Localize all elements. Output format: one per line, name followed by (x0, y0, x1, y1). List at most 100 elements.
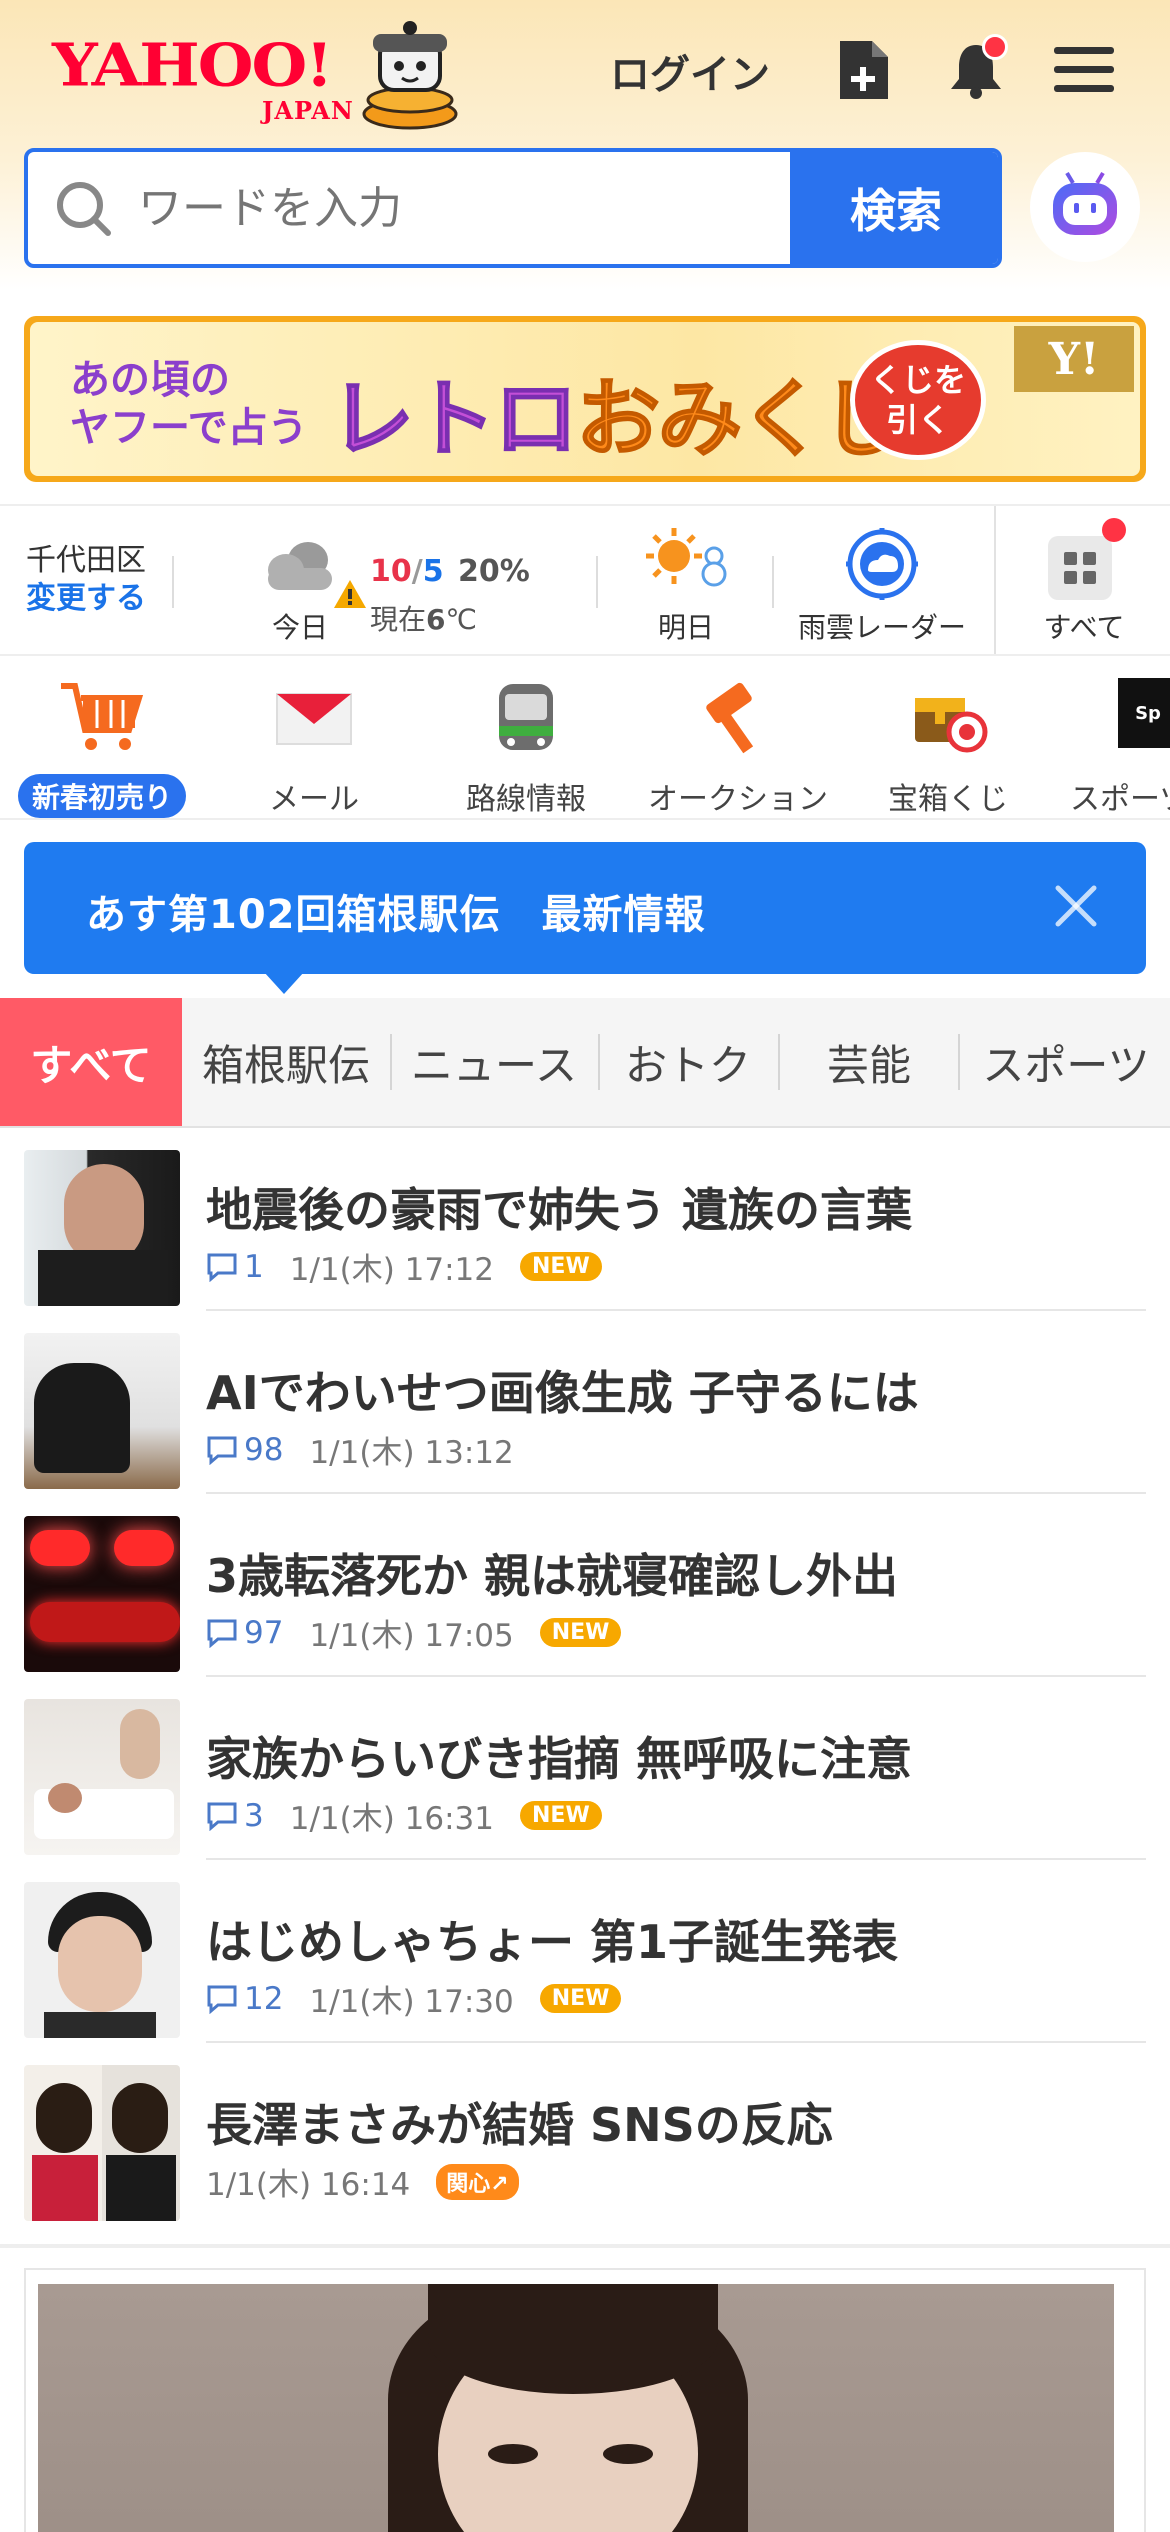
change-location-link[interactable]: 変更する (26, 580, 146, 618)
ai-assistant-button[interactable] (1030, 152, 1140, 262)
news-item[interactable]: はじめしゃちょー 第1子誕生発表 12 1/1(木) 17:30 NEW (0, 1860, 1170, 2043)
current-temp: 現在6℃ (370, 598, 477, 638)
divider (772, 556, 774, 608)
temperature: 10/5 20% (370, 554, 530, 589)
shortcut-label: メール (269, 782, 359, 817)
search-button[interactable]: 検索 (790, 152, 998, 264)
category-tabs: すべて 箱根駅伝 ニュース おトク 芸能 スポーツ (0, 998, 1170, 1128)
news-headline: 家族からいびき指摘 無呼吸に注意 (206, 1732, 913, 1786)
news-time: 1/1(木) 17:30 (309, 1984, 514, 2020)
news-item[interactable]: 地震後の豪雨で姉失う 遺族の言葉 1 1/1(木) 17:12 NEW (0, 1128, 1170, 1311)
tab-deals[interactable]: おトク (602, 998, 774, 1126)
banner-subtitle-line2: ヤフーで占う (70, 405, 308, 451)
yahoo-logo[interactable]: YAHOO! JAPAN (52, 28, 362, 125)
banner-title-a: レトロ (329, 369, 579, 469)
draw-lot-button[interactable]: くじを 引く (850, 340, 986, 460)
ai-assistant-icon (1053, 171, 1117, 235)
shortcut-auction[interactable]: オークション (638, 674, 838, 817)
shortcut-label: 新春初売り (17, 774, 187, 818)
news-thumbnail (24, 1333, 180, 1489)
news-thumbnail (24, 1516, 180, 1672)
location-block[interactable]: 千代田区 変更する (26, 542, 146, 618)
tab-hakone[interactable]: 箱根駅伝 (186, 998, 386, 1126)
news-thumbnail (24, 1699, 180, 1855)
temp-high: 10 (370, 554, 412, 589)
comment-number: 1 (244, 1248, 264, 1285)
shortcut-shopping[interactable]: 新春初売り (2, 674, 202, 818)
location-name: 千代田区 (26, 543, 146, 578)
news-item[interactable]: 長澤まさみが結婚 SNSの反応 1/1(木) 16:14 関心↗ (0, 2043, 1170, 2226)
header: YAHOO! JAPAN ログイン ワードを入力 検索 (0, 0, 1170, 290)
news-headline: AIでわいせつ画像生成 子守るには (206, 1366, 919, 1420)
comment-count: 1 (206, 1249, 264, 1285)
news-item[interactable]: 家族からいびき指摘 無呼吸に注意 3 1/1(木) 16:31 NEW (0, 1677, 1170, 1860)
tab-news[interactable]: ニュース (394, 998, 594, 1126)
news-time: 1/1(木) 13:12 (309, 1435, 514, 1471)
shortcut-label: スポーツ (1070, 782, 1170, 817)
hakone-notice[interactable]: あす第102回箱根駅伝 最新情報 (24, 842, 1146, 974)
now-temp: 6 (426, 603, 446, 636)
tomorrow-label: 明日 (657, 611, 714, 644)
today-label: 今日 (271, 611, 328, 644)
rain-radar[interactable]: 雨雲レーダー (786, 524, 978, 644)
shopping-cart-icon (61, 683, 144, 750)
banner-inner: あの頃の ヤフーで占う レトロおみくじ くじを 引く Y! (30, 322, 1140, 476)
sunny-snowman-icon (646, 528, 727, 587)
menu-icon[interactable] (1048, 34, 1120, 106)
search-input[interactable] (138, 152, 778, 264)
grid-icon (1048, 536, 1112, 600)
omikuji-banner[interactable]: あの頃の ヤフーで占う レトロおみくじ くじを 引く Y! (24, 316, 1146, 482)
notification-bell-icon[interactable] (940, 34, 1012, 106)
search-field[interactable] (28, 152, 790, 264)
news-time: 1/1(木) 17:05 (309, 1618, 514, 1654)
news-time: 1/1(木) 17:12 (289, 1252, 495, 1288)
new-badge: NEW (520, 1801, 602, 1830)
search-box: 検索 (24, 148, 1002, 268)
news-meta: 12 1/1(木) 17:30 NEW (206, 1976, 622, 2021)
treasure-chest-icon (915, 698, 988, 753)
banner-title: レトロおみくじ (329, 352, 907, 473)
tab-all[interactable]: すべて (0, 998, 182, 1126)
close-icon[interactable] (1046, 876, 1106, 936)
news-headline: 地震後の豪雨で姉失う 遺族の言葉 (206, 1183, 913, 1237)
shortcut-transit[interactable]: 路線情報 (426, 674, 626, 817)
now-prefix: 現在 (370, 603, 427, 636)
shortcut-mail[interactable]: メール (214, 674, 414, 817)
comment-number: 97 (244, 1614, 284, 1651)
comment-number: 12 (244, 1980, 284, 2017)
rain-chance: 20% (458, 554, 530, 589)
tab-sports[interactable]: スポーツ (962, 998, 1170, 1126)
comment-count: 97 (206, 1615, 283, 1651)
comment-icon (207, 1985, 237, 2014)
news-meta: 98 1/1(木) 13:12 (206, 1427, 514, 1472)
news-headline: 3歳転落死か 親は就寝確認し外出 (206, 1549, 899, 1603)
services-all[interactable]: すべて (994, 506, 1170, 654)
weather-row: 千代田区 変更する 今日 10/5 20% 現在6℃ 明日 雨雲レーダー すべて (0, 504, 1170, 656)
cta-line2: 引く (885, 401, 950, 439)
weather-tomorrow[interactable]: 明日 (616, 524, 756, 644)
news-thumbnail (24, 1150, 180, 1306)
mail-icon (276, 693, 352, 745)
search-icon (57, 182, 111, 236)
notice-text: あす第102回箱根駅伝 最新情報 (86, 892, 706, 938)
new-document-icon[interactable] (828, 34, 900, 106)
shortcut-label: 宝箱くじ (888, 782, 1008, 817)
train-icon (499, 684, 553, 750)
mascot-icon (362, 21, 458, 130)
new-badge: NEW (539, 1984, 622, 2013)
featured-card[interactable] (24, 2268, 1146, 2532)
news-headline: はじめしゃちょー 第1子誕生発表 (206, 1915, 899, 1969)
comment-icon (207, 1253, 237, 1282)
services-badge (1102, 518, 1126, 542)
shortcut-sports[interactable]: Sp スポーツ (1058, 674, 1170, 817)
comment-icon (207, 1436, 237, 1465)
tab-entertainment[interactable]: 芸能 (782, 998, 956, 1126)
login-link[interactable]: ログイン (610, 42, 770, 100)
news-item[interactable]: AIでわいせつ画像生成 子守るには 98 1/1(木) 13:12 (0, 1311, 1170, 1494)
temp-slash: / (411, 554, 423, 589)
shortcut-takarabako[interactable]: 宝箱くじ (848, 674, 1048, 817)
weather-today[interactable]: 今日 10/5 20% 現在6℃ (260, 524, 580, 644)
news-item[interactable]: 3歳転落死か 親は就寝確認し外出 97 1/1(木) 17:05 NEW (0, 1494, 1170, 1677)
cta-line1: くじを (869, 361, 966, 399)
news-meta: 1 1/1(木) 17:12 NEW (206, 1244, 602, 1289)
